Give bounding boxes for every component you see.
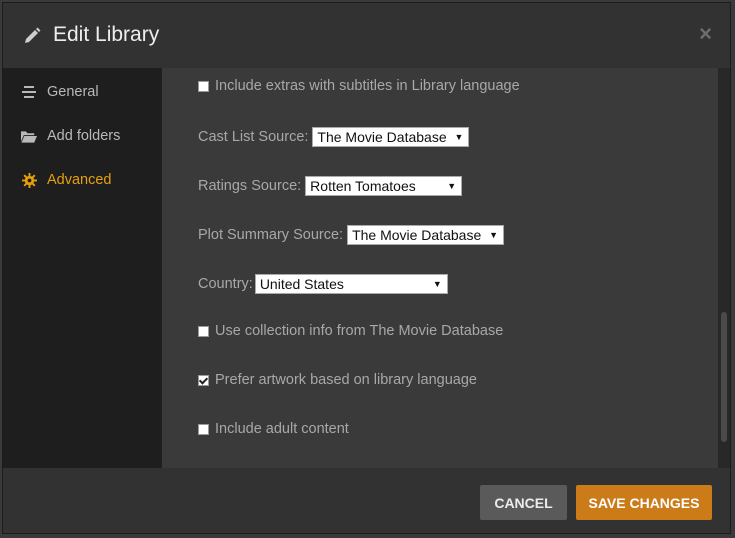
collection-info-label: Use collection info from The Movie Datab… xyxy=(215,323,504,339)
collection-info-checkbox[interactable] xyxy=(198,325,209,337)
sidebar-item-add-folders[interactable]: Add folders xyxy=(21,124,120,148)
save-changes-button[interactable]: SAVE CHANGES xyxy=(576,485,712,520)
advanced-settings-panel: Include extras with subtitles in Library… xyxy=(162,68,718,468)
ratings-source-label: Ratings Source: xyxy=(198,178,302,194)
close-icon[interactable]: × xyxy=(699,22,712,46)
dropdown-arrow-icon: ▼ xyxy=(489,230,499,240)
folder-icon xyxy=(21,128,37,144)
prefer-artwork-label: Prefer artwork based on library language xyxy=(215,372,477,388)
cancel-button[interactable]: CANCEL xyxy=(480,485,567,520)
dropdown-arrow-icon: ▼ xyxy=(454,132,464,142)
country-label: Country: xyxy=(198,276,253,292)
cast-list-source-row: Cast List Source: The Movie Database ▼ xyxy=(198,127,470,147)
select-value: Rotten Tomatoes xyxy=(310,178,416,194)
ratings-source-select[interactable]: Rotten Tomatoes ▼ xyxy=(305,176,463,196)
include-extras-label: Include extras with subtitles in Library… xyxy=(215,78,520,94)
dialog-footer: CANCEL SAVE CHANGES xyxy=(3,468,730,533)
dialog-header: Edit Library × xyxy=(3,3,730,68)
pencil-icon xyxy=(23,27,41,45)
adult-content-row: Include adult content xyxy=(198,421,349,437)
select-value: The Movie Database xyxy=(352,227,482,243)
select-value: The Movie Database xyxy=(317,129,447,145)
country-row: Country: United States ▼ xyxy=(198,274,448,294)
sidebar-item-general[interactable]: General xyxy=(21,80,99,104)
prefer-artwork-row: Prefer artwork based on library language xyxy=(198,372,477,388)
scrollbar-thumb[interactable] xyxy=(721,312,727,442)
prefer-artwork-checkbox[interactable] xyxy=(198,374,209,386)
cast-list-source-select[interactable]: The Movie Database ▼ xyxy=(312,127,470,147)
plot-summary-source-select[interactable]: The Movie Database ▼ xyxy=(347,225,505,245)
list-icon xyxy=(21,84,37,100)
plot-summary-source-row: Plot Summary Source: The Movie Database … xyxy=(198,225,505,245)
include-extras-checkbox[interactable] xyxy=(198,80,209,92)
scrollbar-track[interactable] xyxy=(718,68,730,468)
country-select[interactable]: United States ▼ xyxy=(254,274,448,294)
sidebar-item-label: General xyxy=(47,84,99,100)
sidebar-item-label: Add folders xyxy=(47,128,121,144)
edit-library-dialog: Edit Library × General Add folders Advan… xyxy=(2,2,731,534)
gear-icon xyxy=(21,172,37,188)
select-value: United States xyxy=(259,276,344,292)
dialog-title: Edit Library xyxy=(53,23,160,46)
settings-sidebar: General Add folders Advanced xyxy=(3,68,162,468)
adult-content-label: Include adult content xyxy=(215,421,349,437)
adult-content-checkbox[interactable] xyxy=(198,423,209,435)
collection-info-row: Use collection info from The Movie Datab… xyxy=(198,323,503,339)
sidebar-item-advanced[interactable]: Advanced xyxy=(21,168,112,192)
plot-summary-source-label: Plot Summary Source: xyxy=(198,227,344,243)
include-extras-row: Include extras with subtitles in Library… xyxy=(198,78,520,94)
cast-list-source-label: Cast List Source: xyxy=(198,129,309,145)
dropdown-arrow-icon: ▼ xyxy=(432,279,442,289)
dropdown-arrow-icon: ▼ xyxy=(447,181,457,191)
ratings-source-row: Ratings Source: Rotten Tomatoes ▼ xyxy=(198,176,463,196)
sidebar-item-label: Advanced xyxy=(47,172,112,188)
